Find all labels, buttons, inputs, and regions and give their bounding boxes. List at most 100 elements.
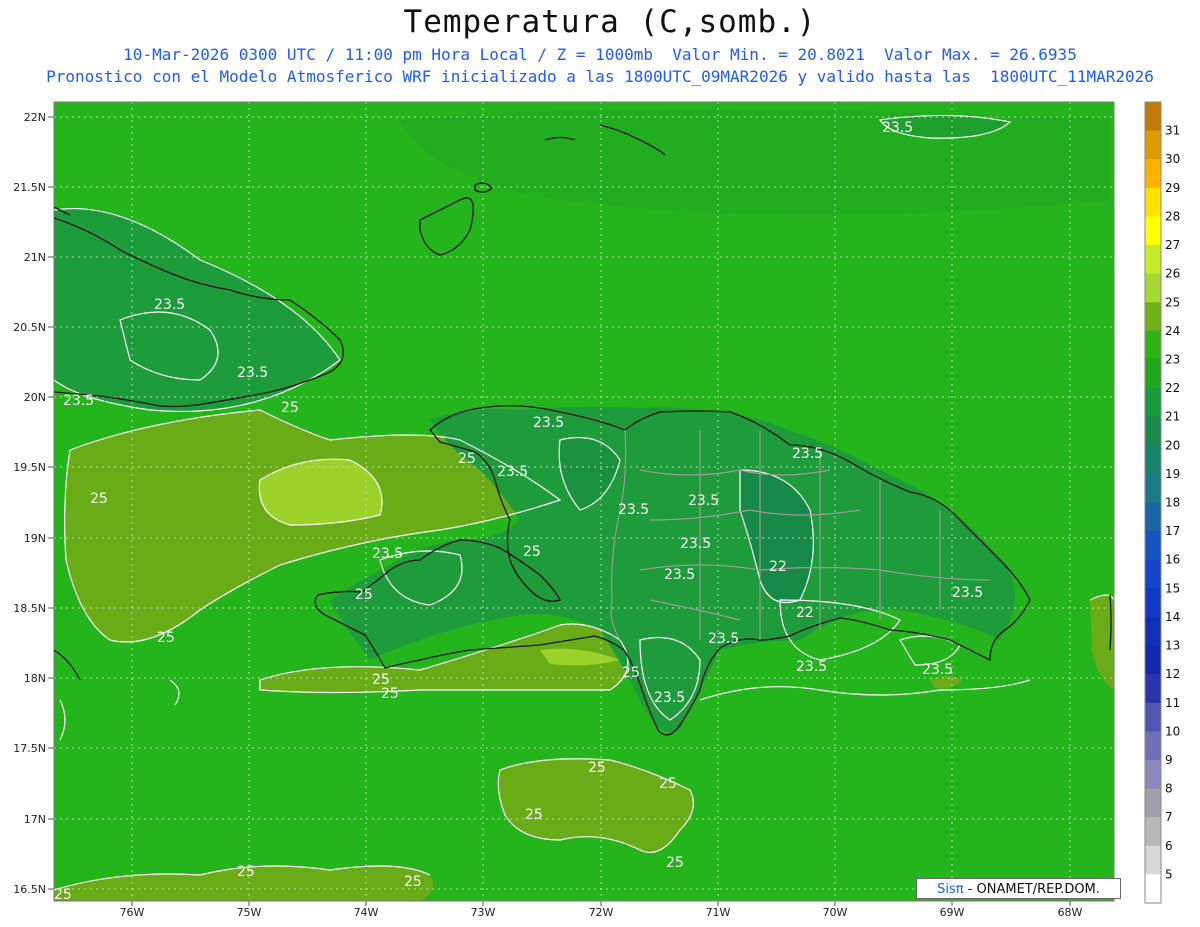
contour-label: 25 <box>355 587 373 603</box>
colorbar-swatch <box>1145 388 1161 418</box>
contour-label: 25 <box>157 630 175 646</box>
colorbar-swatch <box>1145 273 1161 303</box>
colorbar-label: 13 <box>1165 639 1180 653</box>
longitude-axis: 76W 75W 74W 73W 72W 71W 70W 69W 68W <box>120 906 1083 919</box>
colorbar-swatch <box>1145 302 1161 332</box>
contour-label: 25 <box>404 874 422 890</box>
colorbar-swatch <box>1145 473 1161 503</box>
contour-label: 22 <box>769 559 787 575</box>
colorbar-swatch <box>1145 702 1161 732</box>
contour-label: 25 <box>622 665 640 681</box>
lat-label: 17.5N <box>13 742 46 755</box>
contour-label: 25 <box>588 760 606 776</box>
colorbar-swatch <box>1145 130 1161 160</box>
colorbar-swatch <box>1145 359 1161 389</box>
lat-label: 19.5N <box>13 461 46 474</box>
contour-label: 23.5 <box>922 662 953 678</box>
colorbar-label: 20 <box>1165 438 1180 452</box>
colorbar-swatch <box>1145 502 1161 532</box>
lon-label: 72W <box>589 906 614 919</box>
colorbar-swatch <box>1145 874 1161 904</box>
lat-label: 19N <box>24 532 46 545</box>
colorbar-swatch <box>1145 559 1161 589</box>
contour-label: 23.5 <box>618 502 649 518</box>
colorbar: 31 30 29 28 27 26 25 24 23 22 21 20 19 18 17 16 15 14 13 12… <box>1144 101 1180 904</box>
contour-label: 23.5 <box>680 536 711 552</box>
lat-label: 20.5N <box>13 321 46 334</box>
credit-badge: Sisπ - ONAMET/REP.DOM. <box>916 878 1121 899</box>
longitude-ticks <box>131 901 1071 906</box>
contour-label: 23.5 <box>882 120 913 136</box>
contour-label: 25 <box>237 864 255 880</box>
colorbar-label: 12 <box>1165 667 1180 681</box>
colorbar-swatch <box>1145 588 1161 618</box>
lon-label: 74W <box>354 906 379 919</box>
colorbar-label: 25 <box>1165 295 1180 309</box>
colorbar-swatch <box>1145 445 1161 475</box>
colorbar-label: 19 <box>1165 467 1180 481</box>
lat-label: 21N <box>24 251 46 264</box>
contour-label: 23.5 <box>664 567 695 583</box>
lat-label: 16.5N <box>13 883 46 896</box>
colorbar-swatch <box>1145 245 1161 275</box>
colorbar-label: 7 <box>1165 810 1173 824</box>
contour-label: 23.5 <box>708 631 739 647</box>
contour-label: 25 <box>523 544 541 560</box>
contour-label: 25 <box>525 807 543 823</box>
colorbar-label: 16 <box>1165 553 1180 567</box>
colorbar-label: 30 <box>1165 152 1180 166</box>
lat-label: 18N <box>24 672 46 685</box>
colorbar-swatch <box>1145 187 1161 217</box>
credit-text: - ONAMET/REP.DOM. <box>963 882 1100 897</box>
credit-brand: Sisπ <box>937 882 964 897</box>
contour-label: 25 <box>381 686 399 702</box>
colorbar-swatch <box>1145 645 1161 675</box>
colorbar-label: 15 <box>1165 581 1180 595</box>
colorbar-swatch <box>1145 817 1161 847</box>
colorbar-label: 5 <box>1165 867 1173 881</box>
colorbar-label: 18 <box>1165 496 1180 510</box>
colorbar-label: 21 <box>1165 410 1180 424</box>
lat-label: 22N <box>24 111 46 124</box>
colorbar-label: 22 <box>1165 381 1180 395</box>
contour-label: 23.5 <box>952 585 983 601</box>
contour-label: 25 <box>666 855 684 871</box>
contour-label: 23.5 <box>237 365 268 381</box>
colorbar-swatch <box>1145 731 1161 761</box>
contour-label: 25 <box>281 400 299 416</box>
colorbar-swatch <box>1145 159 1161 189</box>
temperature-map: 23.5 23.5 23.5 23.5 25 23.5 25 25 23.5 2… <box>13 101 1180 919</box>
colorbar-label: 28 <box>1165 209 1180 223</box>
contour-label: 25 <box>458 451 476 467</box>
colorbar-swatch <box>1145 216 1161 246</box>
contour-label: 22 <box>796 605 814 621</box>
contour-label: 25 <box>659 776 677 792</box>
lat-label: 20N <box>24 391 46 404</box>
colorbar-label: 17 <box>1165 524 1180 538</box>
lon-label: 73W <box>471 906 496 919</box>
colorbar-label: 6 <box>1165 839 1173 853</box>
colorbar-swatch <box>1145 759 1161 790</box>
colorbar-label: 27 <box>1165 238 1180 252</box>
colorbar-label: 8 <box>1165 782 1173 796</box>
contour-label: 23.5 <box>497 464 528 480</box>
colorbar-label: 11 <box>1165 696 1180 710</box>
contour-label: 23.5 <box>154 297 185 313</box>
lon-label: 75W <box>237 906 262 919</box>
colorbar-label: 23 <box>1165 352 1180 366</box>
colorbar-label: 9 <box>1165 753 1173 767</box>
colorbar-label: 14 <box>1165 610 1180 624</box>
contour-label: 25 <box>90 491 108 507</box>
colorbar-label: 31 <box>1165 124 1180 138</box>
contour-label: 23.5 <box>533 415 564 431</box>
contour-label: 23.5 <box>792 446 823 462</box>
colorbar-swatch <box>1145 788 1161 818</box>
colorbar-swatch <box>1145 531 1161 561</box>
contour-label: 23.5 <box>63 393 94 409</box>
contour-label: 23.5 <box>372 546 403 562</box>
contour-label: 23.5 <box>796 659 827 675</box>
lon-label: 68W <box>1058 906 1083 919</box>
lat-label: 21.5N <box>13 181 46 194</box>
lon-label: 70W <box>823 906 848 919</box>
colorbar-label: 24 <box>1165 324 1180 338</box>
